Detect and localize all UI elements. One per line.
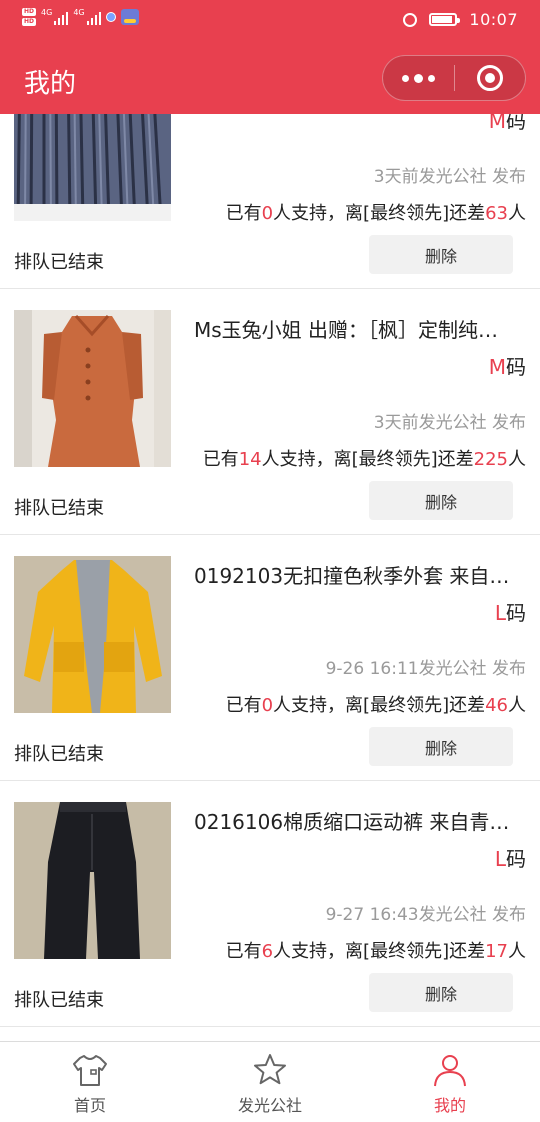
status-time: 10:07 [469, 10, 518, 29]
network-type-2: 4G [73, 8, 85, 17]
hd-badge-1: HD [22, 8, 37, 16]
status-left: HD HD 4G 4G [22, 8, 139, 26]
target-circle-icon [477, 65, 503, 91]
support-prefix: 已有 [225, 695, 262, 716]
queue-status: 排队已结束 [14, 252, 104, 273]
size-letter: L [494, 601, 506, 625]
item-size: L码 [495, 843, 526, 872]
list-item[interactable]: 0192103无扣撞色秋季外套 来自… L码 9-26 16:11发光公社 发布… [0, 535, 540, 781]
size-suffix: 码 [506, 847, 526, 871]
supporter-count: 6 [261, 941, 274, 962]
item-size: M码 [489, 114, 526, 134]
queue-status: 排队已结束 [14, 990, 104, 1011]
miniprogram-capsule [382, 55, 526, 101]
item-meta: 9-27 16:43发光公社 发布 [325, 905, 526, 925]
black-pants-photo [14, 802, 171, 959]
support-middle: 人支持，离[最终领先]还差 [261, 449, 474, 470]
app-root: HD HD 4G 4G 10:07 我的 M码 3天前发光公社 发布 已有0人支… [0, 0, 540, 1122]
size-letter: L [494, 847, 506, 871]
network-type-1: 4G [41, 8, 53, 17]
hd-badges: HD HD [22, 8, 37, 26]
shirt-icon [73, 1055, 107, 1086]
support-line: 已有0人支持，离[最终领先]还差46人 [226, 691, 526, 717]
support-line: 已有14人支持，离[最终领先]还差225人 [203, 445, 526, 471]
support-prefix: 已有 [225, 941, 262, 962]
tab-community[interactable]: 发光公社 [180, 1042, 360, 1122]
tab-mine[interactable]: 我的 [360, 1042, 540, 1122]
tab-community-label: 发光公社 [237, 1096, 302, 1115]
size-suffix: 码 [506, 355, 526, 379]
item-meta: 3天前发光公社 发布 [373, 413, 526, 433]
post-list[interactable]: M码 3天前发光公社 发布 已有0人支持，离[最终领先]还差63人 排队已结束 … [0, 114, 540, 1041]
battery-icon [429, 13, 461, 26]
remaining-count: 225 [473, 449, 508, 470]
item-meta: 3天前发光公社 发布 [373, 167, 526, 187]
item-size: L码 [495, 597, 526, 626]
support-prefix: 已有 [225, 203, 262, 224]
delete-button[interactable]: 删除 [369, 481, 513, 520]
hd-badge-2: HD [22, 18, 37, 26]
alarm-icon [403, 12, 418, 27]
more-dot-icon [402, 74, 409, 82]
app-notification-icon [120, 9, 139, 25]
status-bar: HD HD 4G 4G 10:07 [0, 0, 540, 44]
support-prefix: 已有 [202, 449, 239, 470]
tab-mine-label: 我的 [433, 1096, 466, 1115]
yellow-coat-photo [14, 556, 171, 713]
support-middle: 人支持，离[最终领先]还差 [273, 695, 486, 716]
notification-dot-icon [105, 12, 116, 22]
supporter-count: 0 [261, 203, 274, 224]
item-meta: 9-26 16:11发光公社 发布 [325, 659, 526, 679]
product-image[interactable] [14, 310, 171, 467]
support-suffix: 人 [508, 203, 526, 224]
support-suffix: 人 [508, 941, 526, 962]
more-dot-icon [428, 74, 435, 82]
remaining-count: 46 [485, 695, 508, 716]
size-suffix: 码 [506, 114, 526, 133]
remaining-count: 17 [485, 941, 508, 962]
status-right: 10:07 [403, 10, 518, 29]
orange-coat-photo [14, 310, 171, 467]
product-image[interactable] [14, 802, 171, 959]
signal-icon-2: 4G [73, 8, 101, 25]
delete-button[interactable]: 删除 [369, 727, 513, 766]
support-suffix: 人 [508, 449, 526, 470]
title-bar: 我的 [0, 44, 540, 114]
supporter-count: 0 [261, 695, 274, 716]
tab-home-label: 首页 [73, 1096, 106, 1115]
support-middle: 人支持，离[最终领先]还差 [273, 203, 486, 224]
tab-home[interactable]: 首页 [0, 1042, 180, 1122]
product-image[interactable] [14, 114, 171, 221]
support-line: 已有6人支持，离[最终领先]还差17人 [226, 937, 526, 963]
page-title: 我的 [24, 69, 77, 99]
list-item[interactable]: 0216106棉质缩口运动裤 来自青… L码 9-27 16:43发光公社 发布… [0, 781, 540, 1027]
delete-button[interactable]: 删除 [369, 973, 513, 1012]
supporter-count: 14 [238, 449, 262, 470]
more-dot-icon [414, 73, 423, 83]
item-title: 0192103无扣撞色秋季外套 来自… [194, 564, 510, 588]
support-line: 已有0人支持，离[最终领先]还差63人 [226, 199, 526, 225]
person-icon [434, 1055, 466, 1087]
bottom-tab-bar: 首页 发光公社 我的 [0, 1041, 540, 1122]
size-suffix: 码 [506, 601, 526, 625]
signal-icon-1: 4G [41, 8, 69, 25]
queue-status: 排队已结束 [14, 498, 104, 519]
queue-status: 排队已结束 [14, 744, 104, 765]
close-miniprogram-button[interactable] [455, 56, 525, 100]
support-suffix: 人 [508, 695, 526, 716]
item-size: M码 [489, 351, 526, 380]
list-item[interactable]: M码 3天前发光公社 发布 已有0人支持，离[最终领先]还差63人 排队已结束 … [0, 114, 540, 289]
star-icon [254, 1054, 286, 1085]
support-middle: 人支持，离[最终领先]还差 [273, 941, 486, 962]
item-title: 0216106棉质缩口运动裤 来自青… [194, 810, 510, 834]
remaining-count: 63 [485, 203, 508, 224]
more-button[interactable] [383, 56, 454, 100]
product-image[interactable] [14, 556, 171, 713]
skirt-photo [14, 114, 171, 221]
size-letter: M [488, 114, 506, 133]
list-item[interactable]: Ms玉兔小姐 出赠：［枫］定制纯… M码 3天前发光公社 发布 已有14人支持，… [0, 289, 540, 535]
size-letter: M [488, 355, 506, 379]
item-title: Ms玉兔小姐 出赠：［枫］定制纯… [194, 318, 499, 342]
delete-button[interactable]: 删除 [369, 235, 513, 274]
